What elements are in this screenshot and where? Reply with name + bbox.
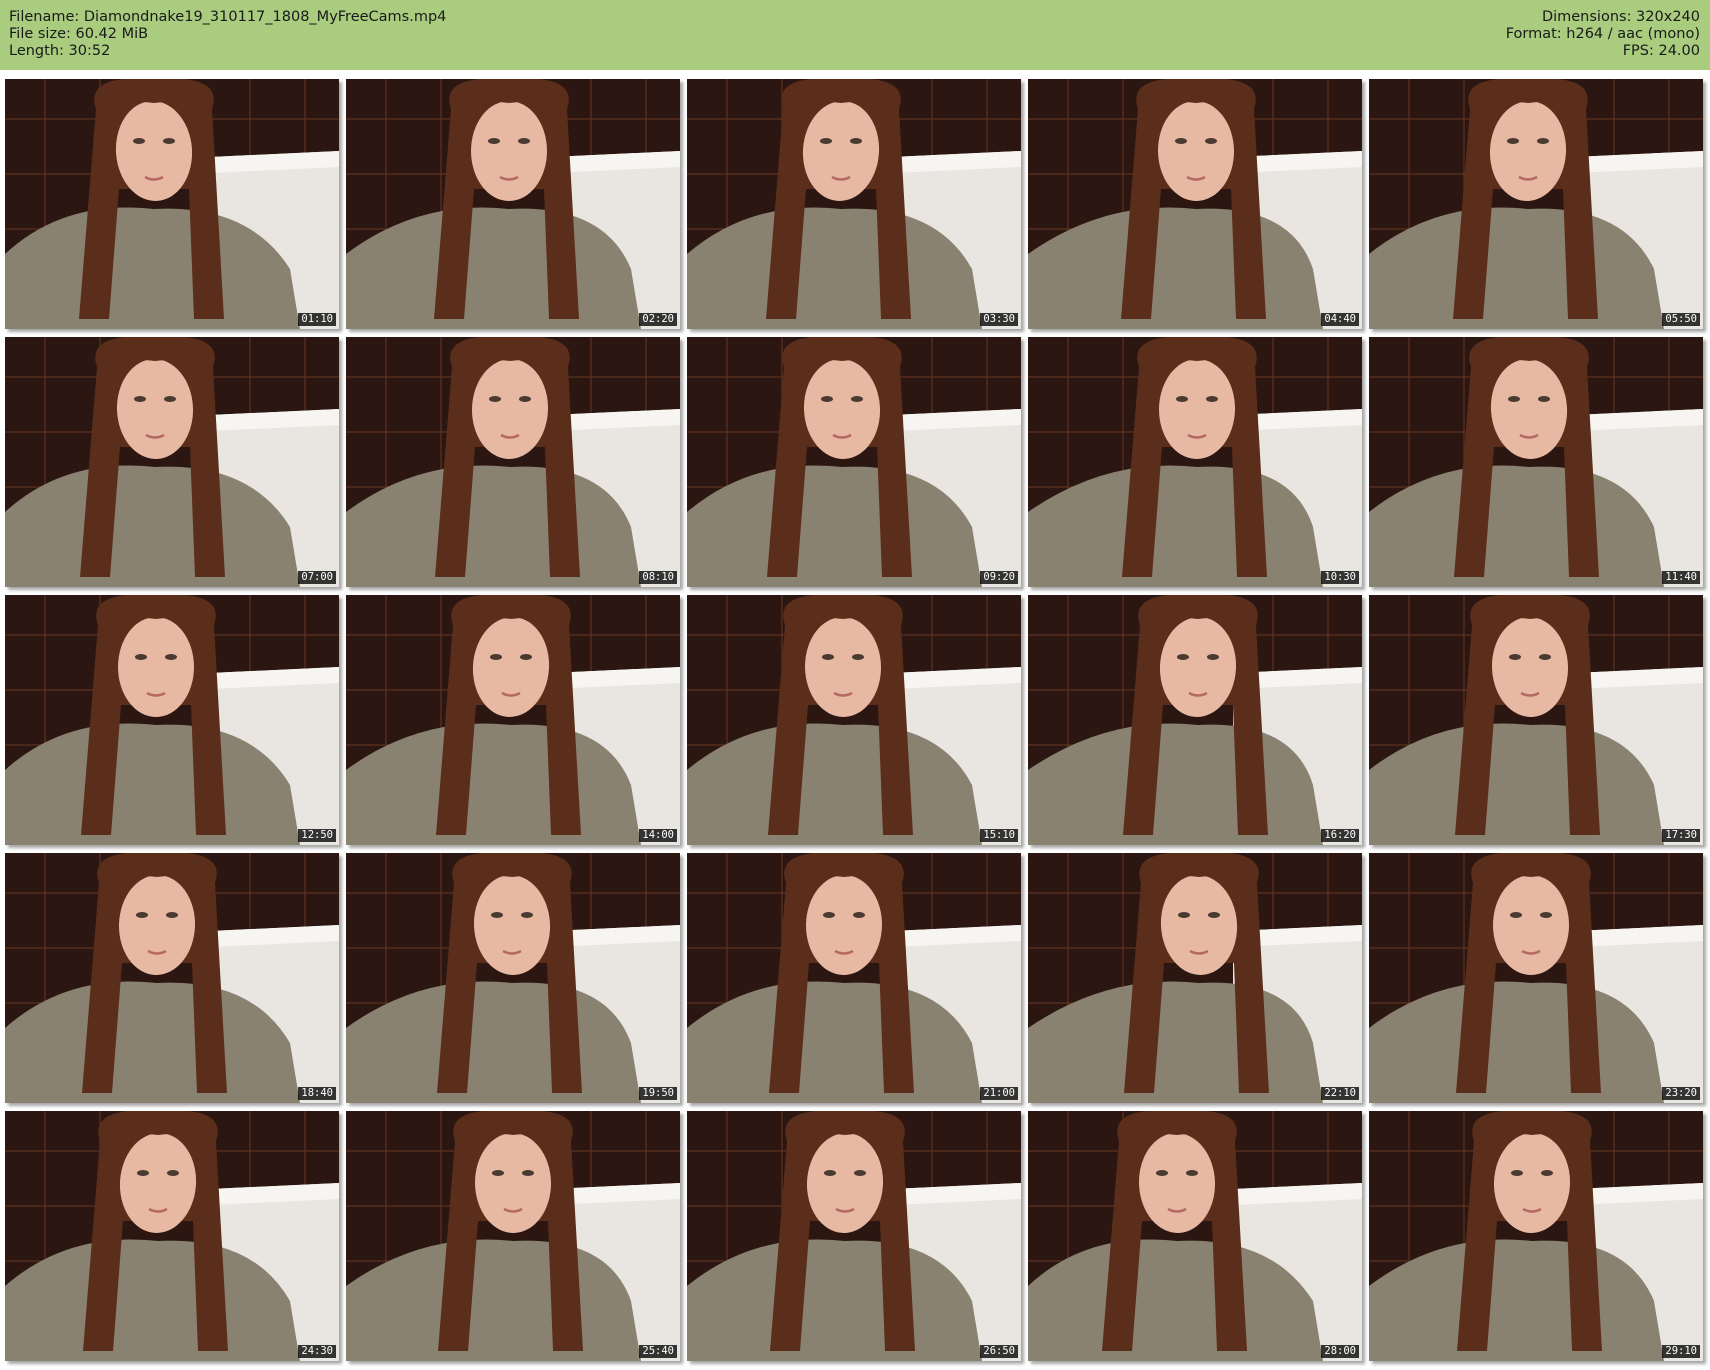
video-frame-image [346,853,680,1103]
video-thumbnail[interactable]: 07:00 [5,337,339,587]
video-frame-image [346,337,680,587]
thumbnail-timestamp: 02:20 [639,313,677,326]
thumbnail-timestamp: 14:00 [639,829,677,842]
video-frame-image [346,1111,680,1361]
thumbnail-timestamp: 07:00 [298,571,336,584]
video-thumbnail[interactable]: 25:40 [346,1111,680,1361]
video-thumbnail[interactable]: 22:10 [1028,853,1362,1103]
thumbnail-timestamp: 01:10 [298,313,336,326]
video-thumbnail[interactable]: 09:20 [687,337,1021,587]
video-frame-image [5,595,339,845]
video-frame-image [1028,853,1362,1103]
video-thumbnail[interactable]: 15:10 [687,595,1021,845]
video-frame-image [1369,337,1703,587]
thumbnail-timestamp: 24:30 [298,1345,336,1358]
video-thumbnail[interactable]: 17:30 [1369,595,1703,845]
video-thumbnail[interactable]: 02:20 [346,79,680,329]
thumbnail-timestamp: 17:30 [1662,829,1700,842]
video-frame-image [687,853,1021,1103]
video-thumbnail[interactable]: 28:00 [1028,1111,1362,1361]
video-frame-image [1028,1111,1362,1361]
video-thumbnail[interactable]: 12:50 [5,595,339,845]
thumbnail-timestamp: 23:20 [1662,1087,1700,1100]
video-thumbnail[interactable]: 14:00 [346,595,680,845]
thumbnail-timestamp: 18:40 [298,1087,336,1100]
video-frame-image [346,79,680,329]
video-thumbnail[interactable]: 10:30 [1028,337,1362,587]
video-thumbnail[interactable]: 03:30 [687,79,1021,329]
thumbnail-timestamp: 15:10 [980,829,1018,842]
thumbnail-timestamp: 25:40 [639,1345,677,1358]
thumbnail-timestamp: 11:40 [1662,571,1700,584]
video-thumbnail[interactable]: 04:40 [1028,79,1362,329]
video-frame-image [687,1111,1021,1361]
video-frame-image [687,337,1021,587]
video-frame-image [5,1111,339,1361]
thumbnail-timestamp: 19:50 [639,1087,677,1100]
video-thumbnail[interactable]: 08:10 [346,337,680,587]
thumbnail-grid: 01:10 02:20 03:30 04:40 05:50 07:00 08:10 09:20… [0,0,1710,1370]
video-thumbnail[interactable]: 18:40 [5,853,339,1103]
thumbnail-timestamp: 28:00 [1321,1345,1359,1358]
video-frame-image [1028,595,1362,845]
video-thumbnail[interactable]: 16:20 [1028,595,1362,845]
video-frame-image [5,79,339,329]
video-thumbnail[interactable]: 29:10 [1369,1111,1703,1361]
thumbnail-timestamp: 08:10 [639,571,677,584]
thumbnail-timestamp: 05:50 [1662,313,1700,326]
video-thumbnail[interactable]: 11:40 [1369,337,1703,587]
thumbnail-timestamp: 04:40 [1321,313,1359,326]
video-frame-image [5,853,339,1103]
thumbnail-timestamp: 10:30 [1321,571,1359,584]
video-frame-image [687,79,1021,329]
video-thumbnail[interactable]: 21:00 [687,853,1021,1103]
video-frame-image [5,337,339,587]
thumbnail-timestamp: 22:10 [1321,1087,1359,1100]
thumbnail-timestamp: 26:50 [980,1345,1018,1358]
thumbnail-timestamp: 21:00 [980,1087,1018,1100]
video-frame-image [1369,79,1703,329]
video-thumbnail[interactable]: 26:50 [687,1111,1021,1361]
thumbnail-timestamp: 29:10 [1662,1345,1700,1358]
video-thumbnail[interactable]: 01:10 [5,79,339,329]
video-frame-image [1369,1111,1703,1361]
video-frame-image [346,595,680,845]
video-frame-image [687,595,1021,845]
video-frame-image [1028,337,1362,587]
thumbnail-timestamp: 09:20 [980,571,1018,584]
video-thumbnail[interactable]: 24:30 [5,1111,339,1361]
video-frame-image [1369,595,1703,845]
video-thumbnail[interactable]: 05:50 [1369,79,1703,329]
video-thumbnail[interactable]: 23:20 [1369,853,1703,1103]
video-frame-image [1028,79,1362,329]
thumbnail-timestamp: 12:50 [298,829,336,842]
thumbnail-timestamp: 16:20 [1321,829,1359,842]
video-thumbnail[interactable]: 19:50 [346,853,680,1103]
thumbnail-timestamp: 03:30 [980,313,1018,326]
video-frame-image [1369,853,1703,1103]
